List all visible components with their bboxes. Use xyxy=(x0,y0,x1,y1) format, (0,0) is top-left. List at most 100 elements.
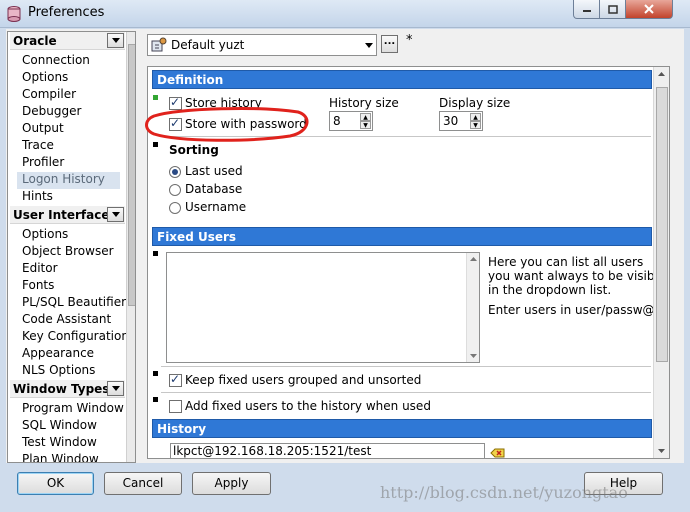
tree-item-ui-options[interactable]: Options xyxy=(22,227,68,244)
history-header: History xyxy=(152,419,652,438)
spin-up-icon[interactable]: ▲ xyxy=(470,113,481,121)
tree-item-nls-options[interactable]: NLS Options xyxy=(22,363,95,380)
group-user-interface-toggle[interactable] xyxy=(107,207,124,222)
spin-down-icon[interactable]: ▼ xyxy=(470,121,481,129)
apply-button[interactable]: Apply xyxy=(192,472,271,495)
tree-item-key-configuration[interactable]: Key Configuration xyxy=(22,329,129,346)
title-bar: Preferences xyxy=(0,0,690,28)
profile-options-button[interactable]: ... xyxy=(381,35,398,53)
help-line-3: in the dropdown list. xyxy=(488,283,612,297)
tree-item-connection[interactable]: Connection xyxy=(22,53,90,70)
add-to-history-label: Add fixed users to the history when used xyxy=(185,399,431,413)
help-line-4: Enter users in user/passw@db s xyxy=(488,303,663,317)
textarea-scrollbar[interactable] xyxy=(466,253,479,362)
sort-username-radio[interactable] xyxy=(169,202,181,214)
fixed-users-header: Fixed Users xyxy=(152,227,652,246)
history-size-spinner[interactable]: 8 ▲ ▼ xyxy=(329,111,373,131)
scroll-up-icon xyxy=(658,72,665,76)
minimize-icon xyxy=(582,10,591,12)
display-size-spinner[interactable]: 30 ▲ ▼ xyxy=(439,111,483,131)
sort-database-radio[interactable] xyxy=(169,184,181,196)
app-icon xyxy=(7,6,21,22)
scroll-down-icon xyxy=(470,354,477,358)
tree-item-options[interactable]: Options xyxy=(22,70,68,87)
cancel-button[interactable]: Cancel xyxy=(104,472,182,495)
profile-select[interactable]: Default yuzt xyxy=(147,34,377,56)
divider xyxy=(161,366,651,367)
sort-last-used-label: Last used xyxy=(185,164,243,178)
tree-item-trace[interactable]: Trace xyxy=(22,138,54,155)
spin-down-icon[interactable]: ▼ xyxy=(360,121,371,129)
delete-icon[interactable] xyxy=(490,447,506,459)
tree-scrollbar-thumb[interactable] xyxy=(128,44,135,306)
section-marker xyxy=(153,397,158,402)
divider xyxy=(161,392,651,393)
add-to-history-checkbox[interactable] xyxy=(169,400,182,413)
sort-last-used-radio[interactable] xyxy=(169,166,181,178)
group-oracle-toggle[interactable] xyxy=(107,33,124,48)
tree-item-fonts[interactable]: Fonts xyxy=(22,278,54,295)
ok-button[interactable]: OK xyxy=(17,472,94,495)
definition-header: Definition xyxy=(152,70,652,89)
display-size-label: Display size xyxy=(439,96,511,110)
display-size-value: 30 xyxy=(443,114,459,128)
sort-database-label: Database xyxy=(185,182,243,196)
group-user-interface[interactable]: User Interface xyxy=(10,206,125,224)
group-window-types-toggle[interactable] xyxy=(107,381,124,396)
close-button[interactable] xyxy=(625,0,673,19)
tree-item-debugger[interactable]: Debugger xyxy=(22,104,81,121)
tree-item-plan-window[interactable]: Plan Window xyxy=(22,452,99,462)
store-with-password-checkbox[interactable] xyxy=(169,116,182,131)
tree-item-profiler[interactable]: Profiler xyxy=(22,155,64,172)
scroll-up-icon xyxy=(470,257,477,261)
tree-item-hints[interactable]: Hints xyxy=(22,189,53,206)
store-history-checkbox[interactable] xyxy=(169,95,182,110)
keep-grouped-label: Keep fixed users grouped and unsorted xyxy=(185,373,422,387)
tree-item-test-window[interactable]: Test Window xyxy=(22,435,97,452)
chevron-down-icon xyxy=(111,38,120,43)
tree-item-plsql-beautifier[interactable]: PL/SQL Beautifier xyxy=(22,295,126,312)
minimize-button[interactable] xyxy=(573,0,600,19)
fixed-users-textarea[interactable] xyxy=(166,252,480,363)
chevron-down-icon xyxy=(111,212,120,217)
category-tree: Oracle Connection Options Compiler Debug… xyxy=(7,31,136,463)
tree-item-code-assistant[interactable]: Code Assistant xyxy=(22,312,111,329)
group-window-types[interactable]: Window Types xyxy=(10,380,125,398)
help-line-1: Here you can list all users xyxy=(488,255,644,269)
tree-scrollbar[interactable] xyxy=(126,32,135,462)
sort-username-label: Username xyxy=(185,200,247,214)
panel-scrollbar[interactable] xyxy=(653,67,669,458)
group-window-types-title: Window Types xyxy=(13,382,110,396)
history-size-value: 8 xyxy=(333,114,341,128)
maximize-button[interactable] xyxy=(599,0,626,19)
settings-panel: Definition Store history Store with pass… xyxy=(147,66,670,459)
divider xyxy=(161,136,651,137)
section-marker xyxy=(153,371,158,376)
tree-item-editor[interactable]: Editor xyxy=(22,261,58,278)
profile-value: Default yuzt xyxy=(171,38,245,52)
tree-item-program-window[interactable]: Program Window xyxy=(22,401,124,418)
history-size-label: History size xyxy=(329,96,399,110)
tree-item-sql-window[interactable]: SQL Window xyxy=(22,418,97,435)
tree-item-output[interactable]: Output xyxy=(22,121,64,138)
section-marker xyxy=(153,251,158,256)
chevron-down-icon xyxy=(365,43,373,48)
tree-item-object-browser[interactable]: Object Browser xyxy=(22,244,114,261)
tree-item-logon-history[interactable]: Logon History xyxy=(17,172,120,189)
chevron-down-icon xyxy=(111,386,120,391)
tree-item-appearance[interactable]: Appearance xyxy=(22,346,94,363)
scroll-down-icon xyxy=(658,449,665,453)
profile-icon xyxy=(151,37,167,52)
spin-up-icon[interactable]: ▲ xyxy=(360,113,371,121)
panel-scrollbar-thumb[interactable] xyxy=(656,87,668,362)
close-icon xyxy=(644,4,654,14)
section-marker xyxy=(153,142,158,147)
help-line-2: you want always to be visible xyxy=(488,269,663,283)
group-oracle[interactable]: Oracle xyxy=(10,32,125,50)
modified-marker: * xyxy=(406,33,413,48)
keep-grouped-checkbox[interactable] xyxy=(169,372,182,387)
history-entry-field[interactable]: lkpct@192.168.18.205:1521/test xyxy=(170,443,485,458)
tree-item-compiler[interactable]: Compiler xyxy=(22,87,76,104)
group-oracle-title: Oracle xyxy=(13,34,57,48)
watermark: http://blog.csdn.net/yuzongtao xyxy=(380,483,628,502)
